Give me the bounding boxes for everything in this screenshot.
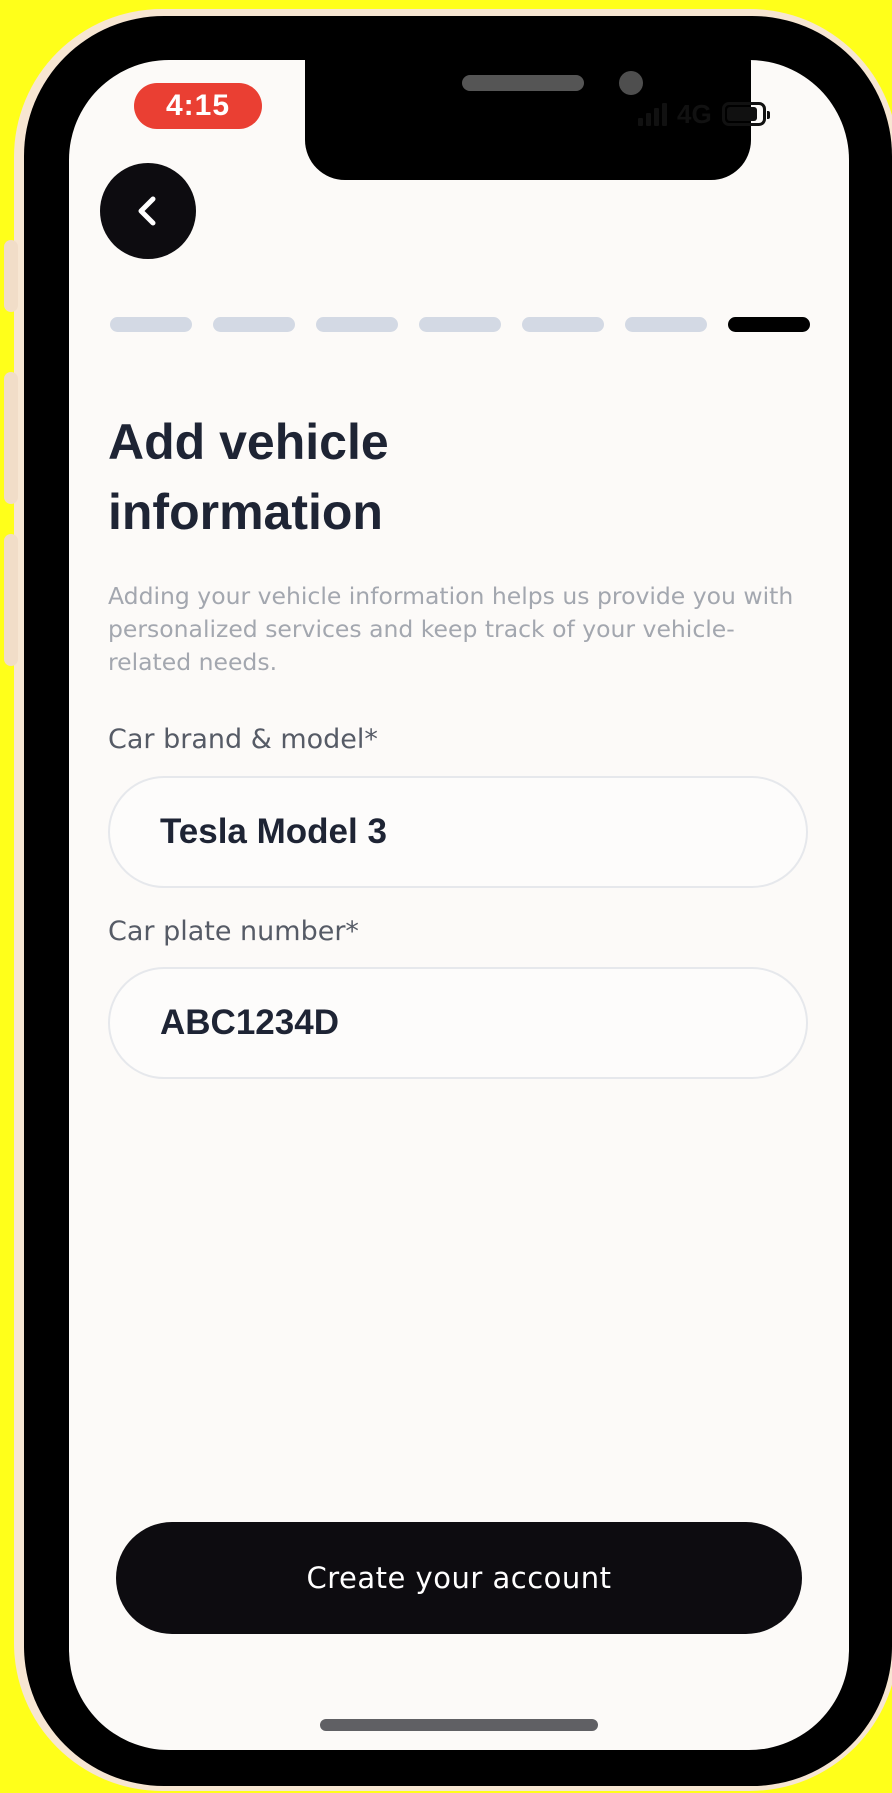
camera	[619, 71, 643, 95]
progress-step-5	[522, 317, 604, 332]
step-progress	[110, 317, 810, 332]
progress-step-1	[110, 317, 192, 332]
create-account-button[interactable]: Create your account	[116, 1522, 802, 1634]
app-screen	[69, 60, 849, 1750]
car-model-label: Car brand & model*	[108, 724, 378, 755]
phone-side-button	[4, 534, 18, 666]
status-time: 4:15	[134, 83, 262, 129]
phone-side-button	[4, 240, 18, 312]
status-indicators: 4G	[638, 94, 770, 134]
home-indicator	[320, 1719, 598, 1731]
phone-side-button	[4, 372, 18, 504]
speaker	[462, 75, 584, 91]
plate-number-input[interactable]: ABC1234D	[108, 967, 808, 1079]
car-model-input[interactable]: Tesla Model 3	[108, 776, 808, 888]
car-model-value: Tesla Model 3	[160, 812, 387, 851]
plate-number-value: ABC1234D	[160, 1003, 339, 1042]
back-button[interactable]	[100, 163, 196, 259]
progress-step-3	[316, 317, 398, 332]
progress-step-6	[625, 317, 707, 332]
network-type: 4G	[677, 98, 712, 129]
progress-step-2	[213, 317, 295, 332]
page-title: Add vehicle information	[108, 414, 389, 540]
chevron-left-icon	[138, 196, 156, 226]
page-subtitle: Adding your vehicle information helps us…	[108, 582, 794, 676]
progress-step-4	[419, 317, 501, 332]
battery-icon	[721, 102, 770, 126]
progress-step-7	[728, 317, 810, 332]
plate-number-label: Car plate number*	[108, 916, 359, 947]
signal-icon	[638, 102, 667, 126]
